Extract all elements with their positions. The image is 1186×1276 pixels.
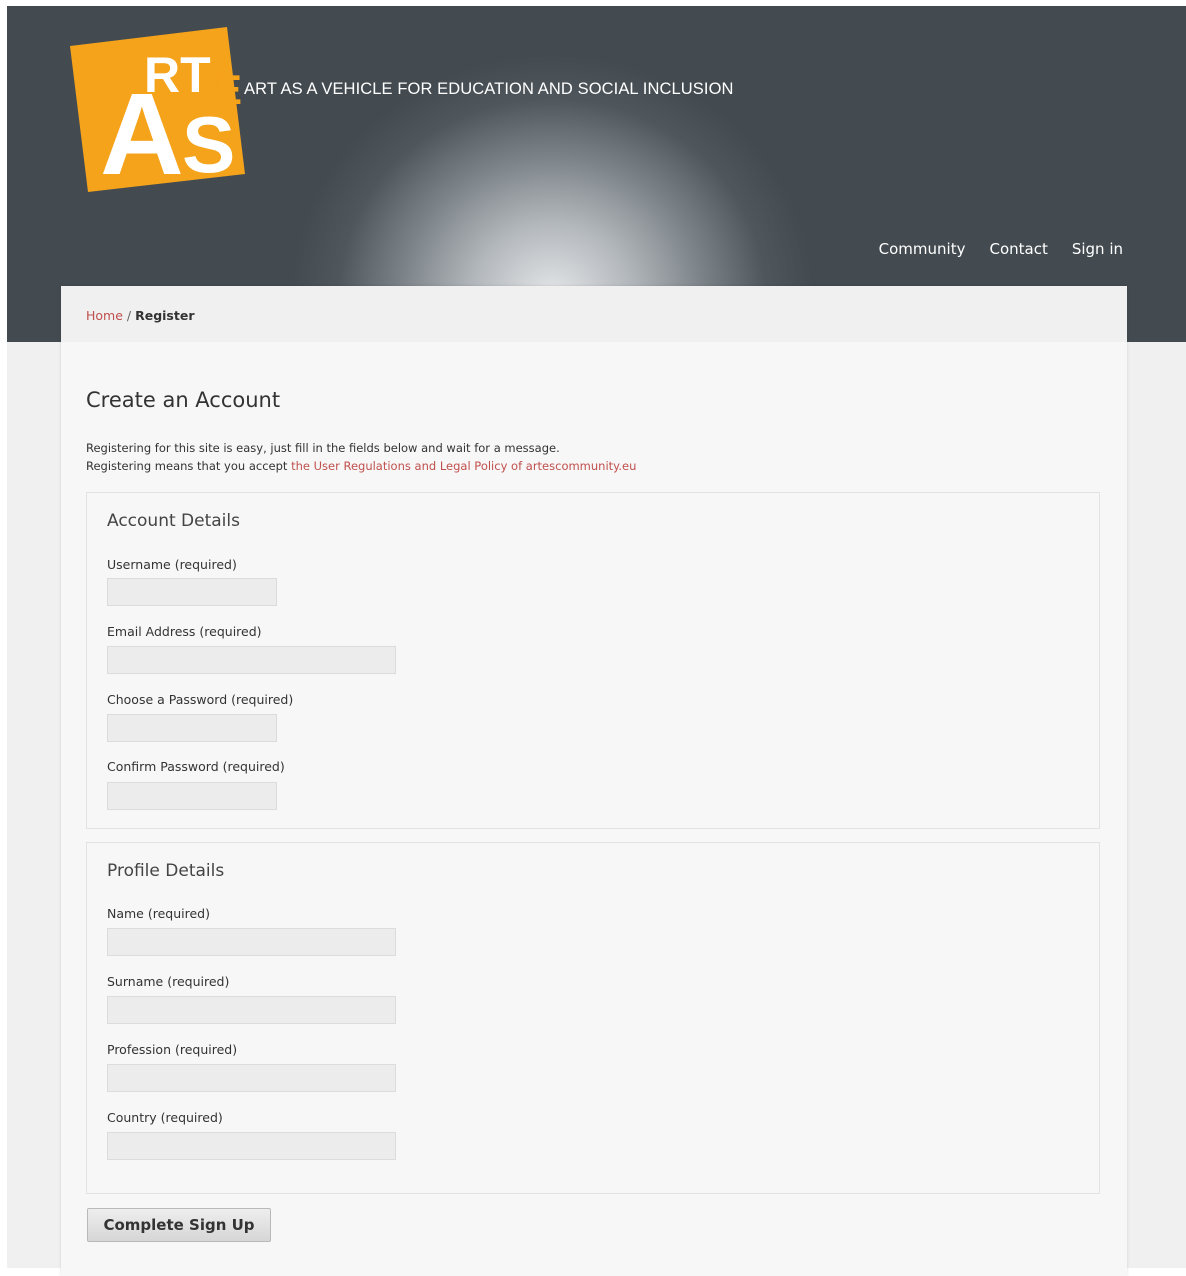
content-card: Home / Register Create an Account Regist… xyxy=(61,286,1127,1276)
confirm-password-label: Confirm Password (required) xyxy=(107,759,285,774)
breadcrumb-current: Register xyxy=(135,308,195,323)
breadcrumb-home-link[interactable]: Home xyxy=(86,308,123,323)
intro-text: Registering for this site is easy, just … xyxy=(86,439,636,475)
nav-sign-in[interactable]: Sign in xyxy=(1072,240,1123,258)
profile-details-section: Profile Details Name (required) Surname … xyxy=(86,842,1100,1194)
breadcrumb-bar: Home / Register xyxy=(61,286,1127,342)
user-regulations-link[interactable]: the User Regulations and Legal Policy of… xyxy=(291,459,636,473)
password-input[interactable] xyxy=(107,714,277,742)
svg-text:RT: RT xyxy=(144,47,211,103)
account-details-title: Account Details xyxy=(107,511,240,531)
password-label: Choose a Password (required) xyxy=(107,692,294,707)
name-input[interactable] xyxy=(107,928,396,956)
intro-line-1: Registering for this site is easy, just … xyxy=(86,441,560,455)
email-label: Email Address (required) xyxy=(107,624,262,639)
profession-label: Profession (required) xyxy=(107,1042,238,1057)
breadcrumb-separator: / xyxy=(122,308,136,323)
artes-logo[interactable]: A RT E S xyxy=(62,24,252,194)
svg-text:S: S xyxy=(182,100,235,189)
username-input[interactable] xyxy=(107,578,277,606)
country-label: Country (required) xyxy=(107,1110,223,1125)
surname-label: Surname (required) xyxy=(107,974,230,989)
top-nav: Community Contact Sign in xyxy=(879,240,1123,258)
confirm-password-input[interactable] xyxy=(107,782,277,810)
nav-community[interactable]: Community xyxy=(879,240,966,258)
country-input[interactable] xyxy=(107,1132,396,1160)
breadcrumb: Home / Register xyxy=(86,308,195,323)
username-label: Username (required) xyxy=(107,557,237,572)
profession-input[interactable] xyxy=(107,1064,396,1092)
profile-details-title: Profile Details xyxy=(107,861,225,881)
site-tagline: ART AS A VEHICLE FOR EDUCATION AND SOCIA… xyxy=(244,80,734,98)
name-label: Name (required) xyxy=(107,906,210,921)
nav-contact[interactable]: Contact xyxy=(989,240,1047,258)
email-input[interactable] xyxy=(107,646,396,674)
intro-line-2-prefix: Registering means that you accept xyxy=(86,459,292,473)
intro-line-2: Registering means that you accept the Us… xyxy=(86,457,636,475)
surname-input[interactable] xyxy=(107,996,396,1024)
account-details-section: Account Details Username (required) Emai… xyxy=(86,492,1100,829)
page-title: Create an Account xyxy=(86,388,281,412)
complete-sign-up-button[interactable]: Complete Sign Up xyxy=(87,1208,271,1242)
